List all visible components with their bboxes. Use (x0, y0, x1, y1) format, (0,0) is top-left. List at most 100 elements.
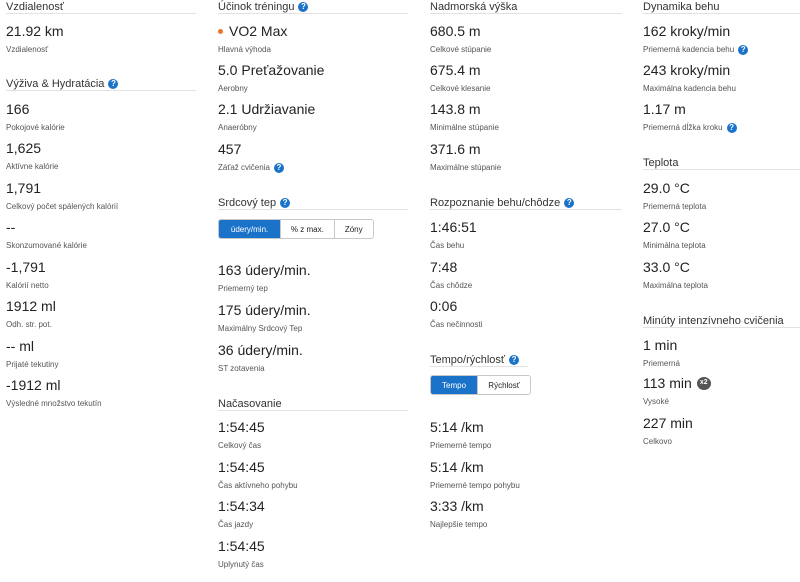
stat-value: 21.92 km (6, 23, 64, 39)
stat-value: 0:06 (430, 298, 458, 314)
section-title-text: Minúty intenzívneho cvičenia (643, 314, 784, 327)
stat-label: Prijaté tekutiny (6, 360, 59, 369)
stat-max-cadence: 243 kroky/min Maximálna kadencia behu (643, 62, 736, 94)
stat-label: ST zotavenia (218, 364, 265, 373)
stat-label: Maximálne stúpanie (430, 163, 502, 172)
stat-elapsed-time: 1:54:45 Uplynutý čas (218, 538, 265, 570)
stat-label-text: Priemerná kadencia behu (643, 45, 735, 54)
stat-anaerobic: 2.1 Udržiavanie Anaeróbny (218, 101, 315, 133)
stat-active-calories: 1,625 Aktívne kalórie (6, 140, 58, 172)
stat-label: Maximálna kadencia behu (643, 84, 736, 93)
stat-best-pace: 3:33 /km Najlepšie tempo (430, 498, 487, 530)
tab-bpm[interactable]: údery/min. (219, 220, 281, 238)
stat-max-hr: 175 údery/min. Maximálny Srdcový Tep (218, 302, 311, 334)
stat-label: Maximálny Srdcový Tep (218, 324, 303, 333)
section-title-text: Dynamika behu (643, 0, 720, 13)
stat-value: 1912 ml (6, 298, 56, 314)
stat-value: -- ml (6, 338, 34, 354)
tab-zones[interactable]: Zóny (333, 220, 373, 238)
stat-value: 680.5 m (430, 23, 481, 39)
tab-speed[interactable]: Rýchlosť (477, 376, 530, 394)
info-icon[interactable]: ? (273, 163, 284, 173)
stat-aerobic: 5.0 Preťažovanie Aerobny (218, 62, 324, 94)
stat-value-text: VO2 Max (229, 23, 288, 39)
stat-value: 166 (6, 101, 30, 117)
section-title-intensity-minutes: Minúty intenzívneho cvičenia (643, 314, 800, 328)
stat-value: 5.0 Preťažovanie (218, 62, 325, 78)
info-icon[interactable]: ? (726, 123, 737, 133)
info-icon[interactable]: ? (108, 78, 119, 89)
stat-label: Záťaž cvičenia? (218, 163, 284, 173)
stat-label-text: Priemerná dĺžka kroku (643, 123, 723, 132)
stat-value: 36 údery/min. (218, 342, 303, 358)
section-title-heart-rate: Srdcový tep? (218, 196, 408, 210)
stat-vigorous-minutes: 113 min x2 Vysoké (643, 375, 711, 407)
stat-label: Priemerné tempo (430, 441, 492, 450)
tab-percent-max[interactable]: % z max. (280, 220, 334, 238)
stat-max-elevation: 371.6 m Maximálne stúpanie (430, 141, 501, 173)
stat-value: 1,791 (6, 180, 42, 196)
info-icon[interactable]: ? (280, 197, 291, 208)
stat-value: 5:14 /km (430, 419, 484, 435)
stat-value: 1:54:34 (218, 498, 265, 514)
stat-value: 175 údery/min. (218, 302, 311, 318)
stat-value: 27.0 °C (643, 219, 690, 235)
stat-value: 29.0 °C (643, 180, 690, 196)
stat-total-ascent: 680.5 m Celkové stúpanie (430, 23, 491, 55)
stat-label: Minimálna teplota (643, 241, 706, 250)
section-title-pace: Tempo/rýchlosť? (430, 353, 528, 367)
stat-consumed-calories: -- Skonzumované kalórie (6, 219, 87, 251)
stat-value: 3:33 /km (430, 498, 484, 514)
stat-value: 162 kroky/min (643, 23, 731, 39)
stat-value: -1,791 (6, 259, 46, 275)
stat-label: Pokojové kalórie (6, 123, 65, 132)
section-title-temperature: Teplota (643, 156, 800, 170)
stat-avg-cadence: 162 kroky/min Priemerná kadencia behu? (643, 23, 749, 55)
stat-value: 33.0 °C (643, 259, 690, 275)
stat-resting-calories: 166 Pokojové kalórie (6, 101, 65, 133)
multiplier-badge: x2 (696, 376, 711, 390)
stat-value: 457 (218, 141, 242, 157)
stat-label: Celkový čas (218, 441, 262, 450)
info-icon[interactable]: ? (564, 197, 575, 208)
pace-speed-toggle: Tempo Rýchlosť (430, 375, 531, 395)
stat-value: 1:54:45 (218, 538, 265, 554)
stat-label: Čas nečinnosti (430, 320, 483, 329)
stat-label: Priemerná teplota (643, 202, 707, 211)
stat-net-calories: -1,791 Kalórií netto (6, 259, 49, 291)
stat-run-time: 1:46:51 Čas behu (430, 219, 477, 251)
stat-avg-pace: 5:14 /km Priemerné tempo (430, 419, 491, 451)
stat-label: Celkový počet spálených kalórií (6, 202, 119, 211)
stat-label: Anaeróbny (218, 123, 257, 132)
tab-pace[interactable]: Tempo (431, 376, 478, 394)
stat-value: 1:54:45 (218, 419, 265, 435)
stat-value: -1912 ml (6, 377, 61, 393)
stat-label: Priemerná (643, 359, 680, 368)
stat-label: Priemerná kadencia behu? (643, 45, 749, 55)
info-icon[interactable]: ? (738, 45, 749, 55)
stat-value: 143.8 m (430, 101, 481, 117)
info-icon[interactable]: ? (509, 354, 520, 365)
section-title-running-dynamics: Dynamika behu (643, 0, 800, 14)
section-title-text: Vzdialenosť (6, 0, 64, 13)
stat-value: VO2 Max (218, 23, 287, 39)
stat-label: Vysoké (643, 397, 669, 406)
stat-total-time: 1:54:45 Celkový čas (218, 419, 265, 451)
stat-label: Celkové klesanie (430, 84, 491, 93)
stat-label: Skonzumované kalórie (6, 241, 87, 250)
stat-avg-hr: 163 údery/min. Priemerný tep (218, 262, 311, 294)
info-icon[interactable]: ? (298, 1, 309, 12)
stat-label: Čas behu (430, 241, 465, 250)
stat-min-elevation: 143.8 m Minimálne stúpanie (430, 101, 499, 133)
stat-value: 1:54:45 (218, 459, 265, 475)
stat-idle-time: 0:06 Čas nečinnosti (430, 298, 482, 330)
stat-value: 7:48 (430, 259, 458, 275)
stat-value: 113 min x2 (643, 375, 711, 391)
stat-label: Kalórií netto (6, 281, 49, 290)
section-title-text: Výživa & Hydratácia (6, 77, 105, 90)
stat-label: Uplynutý čas (218, 560, 264, 569)
stat-value: 5:14 /km (430, 459, 484, 475)
stat-label: Aktívne kalórie (6, 162, 59, 171)
stat-value: -- (6, 219, 16, 235)
section-title-nutrition: Výživa & Hydratácia? (6, 77, 196, 91)
